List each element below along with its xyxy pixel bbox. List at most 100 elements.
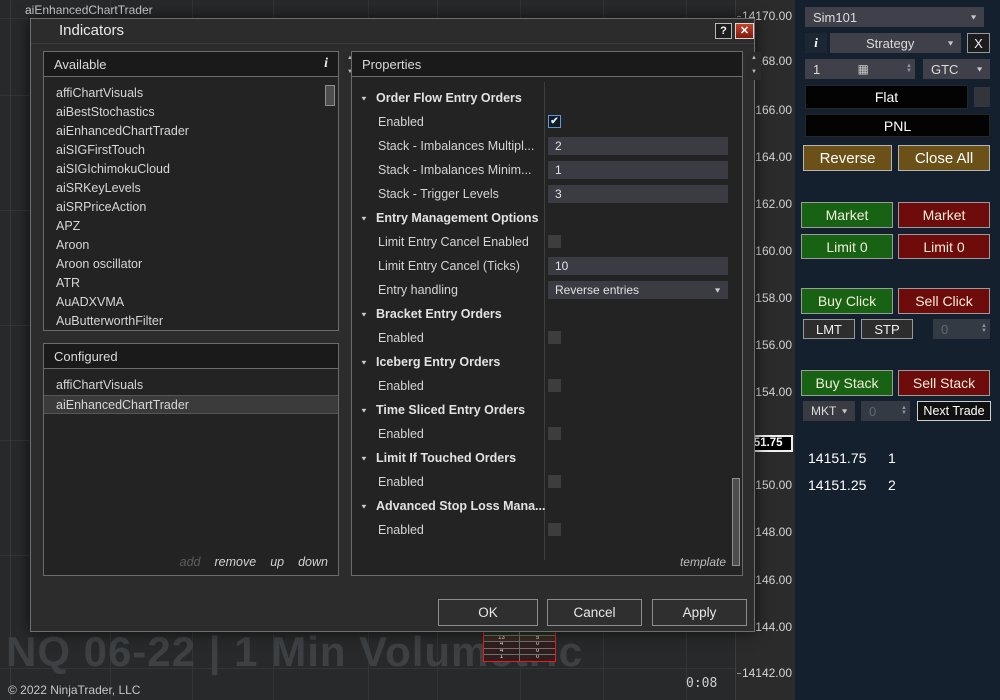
property-row: Entry handlingReverse entries▼ xyxy=(352,278,742,302)
sell-click-button[interactable]: Sell Click xyxy=(898,288,990,314)
buy-click-button[interactable]: Buy Click xyxy=(801,288,893,314)
buy-market-button[interactable]: Market xyxy=(801,202,893,228)
cancel-button[interactable]: Cancel xyxy=(547,599,642,626)
quantity-spin-arrows[interactable]: ▲▼ xyxy=(906,64,912,74)
property-checkbox[interactable] xyxy=(548,235,561,248)
collapse-arrow-icon[interactable]: ▼ xyxy=(360,502,368,509)
up-link[interactable]: up xyxy=(270,555,284,569)
calculator-icon[interactable]: ▦ xyxy=(857,62,868,76)
stp-button[interactable]: STP xyxy=(861,319,913,339)
sell-stack-button[interactable]: Sell Stack xyxy=(898,370,990,396)
property-input[interactable]: 1 xyxy=(548,161,728,179)
sell-market-button[interactable]: Market xyxy=(898,202,990,228)
next-trade-button[interactable]: Next Trade xyxy=(917,401,991,421)
quote-size: 1 xyxy=(888,450,896,466)
strategy-close-label: X xyxy=(974,36,983,51)
collapse-arrow-icon[interactable]: ▼ xyxy=(360,358,368,365)
lmt-button[interactable]: LMT xyxy=(803,319,855,339)
position-flat-button[interactable]: Flat xyxy=(805,85,968,109)
properties-scrollbar-thumb[interactable] xyxy=(732,478,740,566)
property-checkbox[interactable] xyxy=(548,427,561,440)
collapse-arrow-icon[interactable]: ▼ xyxy=(360,454,368,461)
stack-type-select[interactable]: MKT ▼ xyxy=(803,401,855,421)
click-qty-stepper[interactable]: 0 ▲▼ xyxy=(933,319,990,339)
quote-row: 14151.751 xyxy=(808,450,866,466)
info-icon[interactable]: i xyxy=(324,56,328,72)
available-scrollbar-thumb[interactable] xyxy=(325,85,335,106)
spin-up-icon[interactable]: ▲ xyxy=(747,52,761,66)
available-indicator-item[interactable]: AuButterworthFilter xyxy=(44,312,338,331)
available-indicator-item[interactable]: aiSRKeyLevels xyxy=(44,179,338,198)
buy-limit-button[interactable]: Limit 0 xyxy=(801,234,893,259)
property-checkbox[interactable] xyxy=(548,475,561,488)
available-list: affiChartVisualsaiBestStochasticsaiEnhan… xyxy=(44,77,338,331)
template-link[interactable]: template xyxy=(680,555,726,569)
available-indicator-item[interactable]: Aroon oscillator xyxy=(44,255,338,274)
strategy-select-value: Strategy xyxy=(866,36,914,51)
strategy-info-icon[interactable]: i xyxy=(805,33,827,53)
property-input[interactable]: 10 xyxy=(548,257,728,275)
property-group-row: ▼Time Sliced Entry Orders xyxy=(352,398,742,422)
price-tick-mark xyxy=(737,16,741,17)
footprint-bid: 4 xyxy=(484,649,520,655)
property-group-row: ▼Entry Management Options xyxy=(352,206,742,230)
quote-size: 2 xyxy=(888,477,896,493)
property-label: Limit Entry Cancel Enabled xyxy=(378,235,529,249)
add-link: add xyxy=(180,555,201,569)
tif-select[interactable]: GTC ▼ xyxy=(923,59,990,79)
available-indicator-item[interactable]: aiSRPriceAction xyxy=(44,198,338,217)
buy-stack-button[interactable]: Buy Stack xyxy=(801,370,893,396)
collapse-arrow-icon[interactable]: ▼ xyxy=(360,214,368,221)
property-row: Enabled xyxy=(352,518,742,542)
property-select[interactable]: Reverse entries▼ xyxy=(548,281,728,299)
configured-indicator-item[interactable]: aiEnhancedChartTrader xyxy=(44,395,338,414)
property-label: Enabled xyxy=(378,427,424,441)
property-input[interactable]: 3 xyxy=(548,185,728,203)
configured-indicator-item[interactable]: affiChartVisuals xyxy=(44,376,338,395)
property-checkbox[interactable] xyxy=(548,379,561,392)
ok-button[interactable]: OK xyxy=(438,599,538,626)
strategy-close-button[interactable]: X xyxy=(967,33,990,53)
apply-button[interactable]: Apply xyxy=(652,599,747,626)
collapse-arrow-icon[interactable]: ▼ xyxy=(360,310,368,317)
strategy-select[interactable]: Strategy ▼ xyxy=(830,33,961,53)
chevron-down-icon: ▼ xyxy=(975,65,984,73)
footprint-ask: 5 xyxy=(520,636,555,642)
bar-timer: 0:08 xyxy=(686,676,717,691)
close-icon[interactable]: ✕ xyxy=(735,23,754,39)
account-select[interactable]: Sim101 ▼ xyxy=(805,7,984,27)
property-input[interactable]: 2 xyxy=(548,137,728,155)
flat-side-box[interactable] xyxy=(974,87,990,107)
down-link[interactable]: down xyxy=(298,555,328,569)
quantity-stepper[interactable]: 1 ▦ ▲▼ xyxy=(805,59,915,79)
property-label: Stack - Trigger Levels xyxy=(378,187,499,201)
available-indicator-item[interactable]: Aroon xyxy=(44,236,338,255)
close-all-button[interactable]: Close All xyxy=(898,145,990,171)
available-indicator-item[interactable]: AuADXVMA xyxy=(44,293,338,312)
help-button[interactable]: ? xyxy=(715,23,732,39)
properties-panel-spinner[interactable]: ▲ ▼ xyxy=(747,52,761,80)
available-indicator-item[interactable]: APZ xyxy=(44,217,338,236)
property-checkbox[interactable] xyxy=(548,523,561,536)
available-indicator-item[interactable]: aiEnhancedChartTrader xyxy=(44,122,338,141)
spin-down-icon[interactable]: ▼ xyxy=(747,66,761,80)
pnl-button[interactable]: PNL xyxy=(805,114,990,137)
collapse-arrow-icon[interactable]: ▼ xyxy=(360,406,368,413)
ninjatrader-window: aiEnhancedChartTrader NQ 06-22 | 1 Min V… xyxy=(0,0,1000,700)
sell-limit-button[interactable]: Limit 0 xyxy=(898,234,990,259)
available-indicator-item[interactable]: ATR xyxy=(44,274,338,293)
available-indicator-item[interactable]: aiSIGIchimokuCloud xyxy=(44,160,338,179)
remove-link[interactable]: remove xyxy=(215,555,257,569)
stp-label: STP xyxy=(874,322,899,337)
available-indicator-item[interactable]: aiBestStochastics xyxy=(44,103,338,122)
stack-qty-stepper[interactable]: 0 ▲▼ xyxy=(861,401,910,421)
property-checkbox[interactable] xyxy=(548,331,561,344)
reverse-button[interactable]: Reverse xyxy=(803,145,892,171)
click-qty-spin-arrows[interactable]: ▲▼ xyxy=(981,324,987,334)
stack-qty-spin-arrows[interactable]: ▲▼ xyxy=(901,406,907,416)
available-indicator-item[interactable]: affiChartVisuals xyxy=(44,84,338,103)
collapse-arrow-icon[interactable]: ▼ xyxy=(360,94,368,101)
property-checkbox[interactable]: ✔ xyxy=(548,115,561,128)
properties-header: Properties xyxy=(352,52,742,77)
available-indicator-item[interactable]: aiSIGFirstTouch xyxy=(44,141,338,160)
